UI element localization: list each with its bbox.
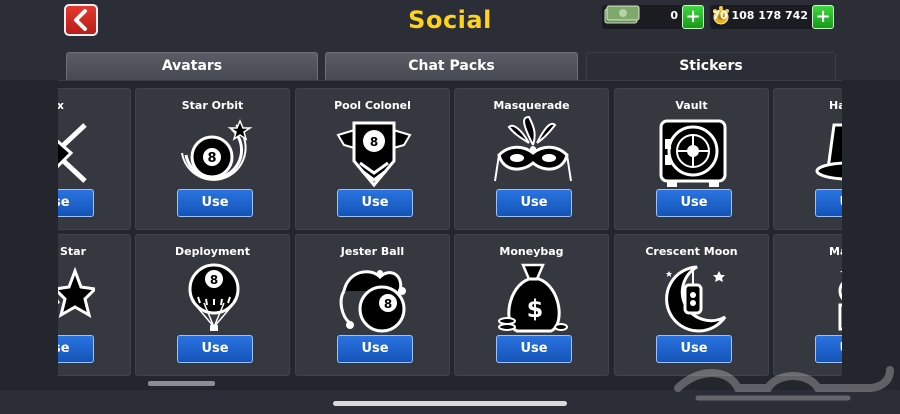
- sticker-card: Ma Use: [773, 234, 842, 376]
- add-coins-button[interactable]: +: [812, 5, 834, 29]
- masquerade-mask-icon: [494, 115, 572, 182]
- sticker-card-star-orbit: Star Orbit 8 Use: [135, 88, 290, 230]
- moneybag-icon: $: [498, 263, 568, 333]
- grid-fade-right: [842, 80, 900, 390]
- hat-icon: [815, 123, 842, 181]
- sticker-name: Star Orbit: [181, 99, 244, 112]
- horizontal-scrollbar[interactable]: [148, 381, 215, 386]
- grid-fade-left: [0, 80, 58, 390]
- use-button[interactable]: Use: [815, 189, 842, 217]
- vault-door-icon: [659, 119, 727, 187]
- use-button[interactable]: Use: [496, 335, 572, 363]
- svg-text:8: 8: [370, 135, 378, 149]
- top-bar: Social 0 + 70 108 178 742 +: [0, 0, 900, 52]
- sticker-card-crescent-moon: Crescent Moon Use: [614, 234, 769, 376]
- use-button[interactable]: Use: [177, 335, 253, 363]
- sticker-name: Moneybag: [499, 245, 564, 258]
- sticker-name: Pool Colonel: [334, 99, 411, 112]
- sticker-name: ux: [58, 99, 64, 112]
- use-button[interactable]: Use: [496, 189, 572, 217]
- svg-text:8: 8: [384, 297, 392, 311]
- sticker-name: Jester Ball: [340, 245, 405, 258]
- sticker-card-pool-colonel: Pool Colonel 8 Use: [295, 88, 450, 230]
- magic-icon: [838, 271, 842, 331]
- sticker-card-jester-ball: Jester Ball 8 Use: [295, 234, 450, 376]
- use-button[interactable]: Use: [58, 189, 94, 217]
- tab-avatars[interactable]: Avatars: [66, 52, 318, 80]
- tab-chat-packs[interactable]: Chat Packs: [325, 52, 578, 80]
- sticker-name: Masquerade: [493, 99, 570, 112]
- coins-value: 70 108 178 742: [712, 9, 808, 22]
- sticker-card-vault: Vault Use: [614, 88, 769, 230]
- sticker-card: Ha Use: [773, 88, 842, 230]
- cash-balance: 0 +: [602, 5, 704, 29]
- crescent-moon-lantern-icon: [665, 265, 727, 333]
- use-button[interactable]: Use: [656, 189, 732, 217]
- jester-8ball-icon: 8: [339, 270, 406, 333]
- sticker-card: ux Use: [58, 88, 131, 230]
- sticker-name: Deployment: [175, 245, 250, 258]
- sticker-name: Vault: [675, 99, 708, 112]
- use-button[interactable]: Use: [58, 335, 94, 363]
- svg-text:$: $: [527, 295, 544, 323]
- use-button[interactable]: Use: [337, 189, 413, 217]
- star-orbit-8ball-icon: 8: [181, 119, 253, 181]
- sticker-name: Ma: [829, 245, 842, 258]
- crossed-cues-diamond-icon: [58, 123, 87, 183]
- add-cash-button[interactable]: +: [682, 5, 704, 29]
- tab-bar: Avatars Chat Packs Stickers: [0, 52, 900, 80]
- use-button[interactable]: Use: [337, 335, 413, 363]
- sticker-card-moneybag: Moneybag $ Use: [454, 234, 609, 376]
- sticker-name: Ha: [829, 99, 842, 112]
- use-button[interactable]: Use: [177, 189, 253, 217]
- svg-text:8: 8: [207, 151, 216, 166]
- sticker-grid[interactable]: ux Use Star Orbit 8 Use Pool Colonel 8: [58, 86, 842, 382]
- svg-text:8: 8: [210, 273, 218, 287]
- sticker-name: g Star: [58, 245, 86, 258]
- sticker-card-deployment: Deployment 8 Use: [135, 234, 290, 376]
- colonel-badge-icon: 8: [336, 121, 412, 188]
- parachute-8ball-icon: 8: [188, 263, 240, 331]
- cash-icon: [604, 5, 640, 24]
- tab-stickers[interactable]: Stickers: [586, 52, 836, 80]
- sticker-card: g Star Use: [58, 234, 131, 376]
- watermark-logo: [668, 358, 898, 408]
- home-indicator[interactable]: [333, 401, 567, 406]
- cash-value: 0: [670, 9, 678, 22]
- coins-balance: 70 108 178 742 +: [710, 5, 834, 29]
- sticker-card-masquerade: Masquerade Use: [454, 88, 609, 230]
- shooting-star-icon: [58, 266, 95, 319]
- sticker-name: Crescent Moon: [645, 245, 738, 258]
